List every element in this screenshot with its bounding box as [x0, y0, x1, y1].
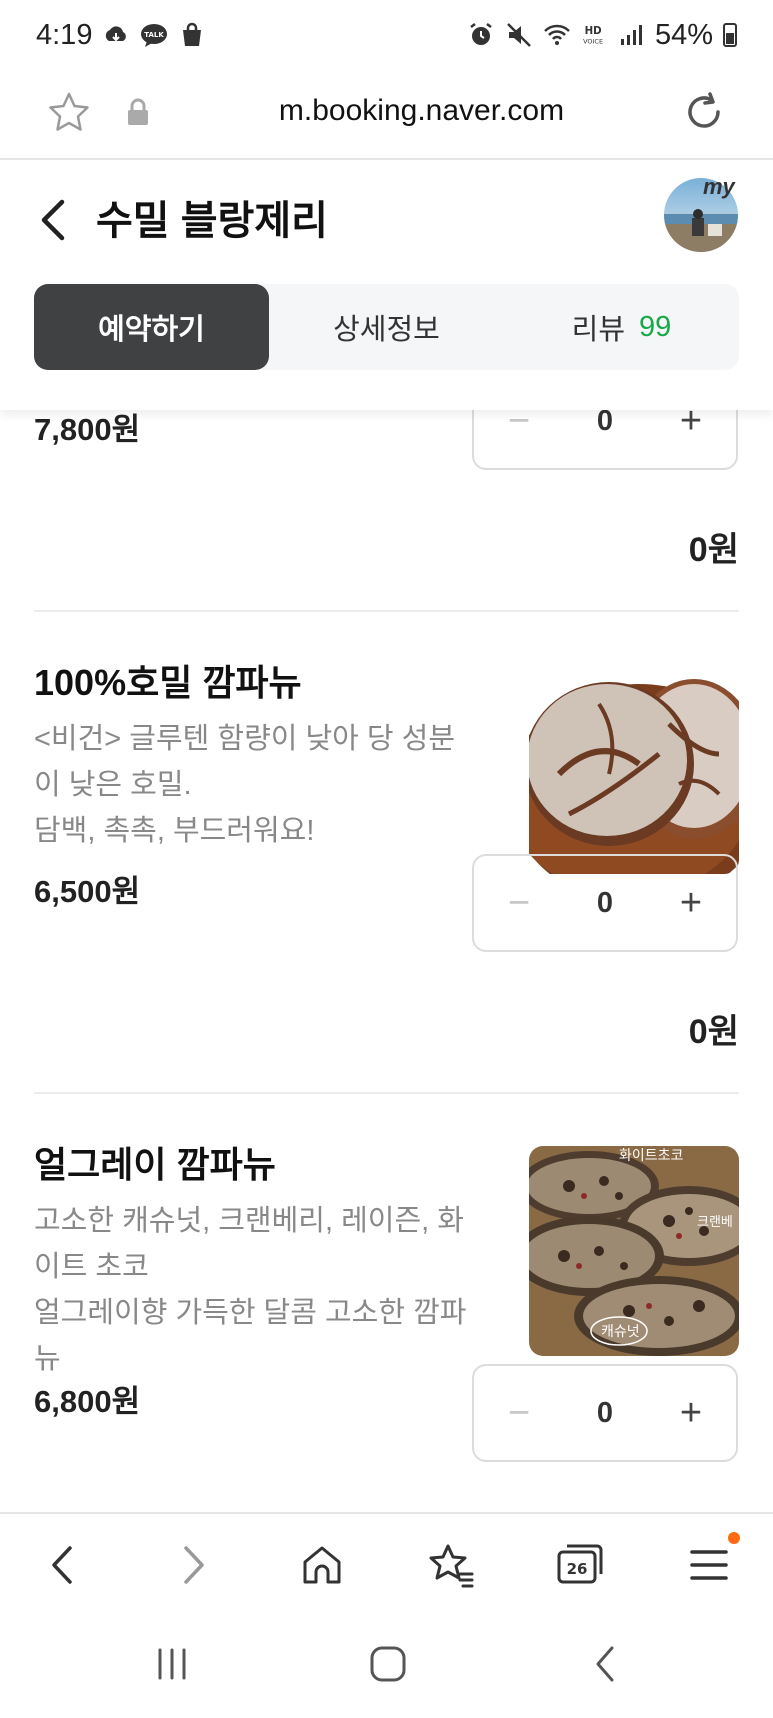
page-header: 수밀 블랑제리 my 예약하기 상세정보 리뷰 99 — [0, 160, 773, 410]
back-icon[interactable] — [38, 1540, 88, 1590]
forward-icon[interactable] — [168, 1540, 218, 1590]
status-left: 4:19 TALK — [36, 19, 206, 52]
description-line: 고소한 캐슈넛, 크랜베리, 레이즌, 화이트 초코 — [34, 1205, 464, 1283]
browser-toolbar: 26 — [0, 1512, 773, 1612]
tab-label: 리뷰 — [571, 314, 626, 346]
description-line: 얼그레이향 가득한 달콤 고소한 깜파뉴 — [34, 1297, 467, 1375]
signal-icon — [620, 25, 642, 45]
address-bar: m.booking.naver.com — [0, 70, 773, 160]
divider — [34, 610, 739, 612]
tab-label: 예약하기 — [98, 314, 205, 346]
tab-details[interactable]: 상세정보 — [269, 284, 504, 370]
my-badge: my — [703, 174, 735, 199]
image-label: 크랜베 — [697, 1215, 733, 1230]
product-image[interactable]: 화이트초코 크랜베 캐슈넛 — [529, 1146, 739, 1356]
hd-voice-icon: HDVOICE — [583, 26, 603, 45]
description-line: 담백, 촉촉, 부드러워요! — [34, 815, 315, 847]
item-subtotal: 0원 — [688, 1013, 739, 1051]
tab-bar: 예약하기 상세정보 리뷰 99 — [34, 284, 739, 370]
tab-reservation[interactable]: 예약하기 — [34, 284, 269, 370]
image-label: 화이트초코 — [619, 1148, 684, 1164]
item-price: 6,500원 — [34, 874, 141, 909]
system-back-icon[interactable] — [584, 1642, 628, 1686]
description-line: <비건> 글루텐 함량이 낮아 당 성분이 낮은 호밀. — [34, 723, 455, 801]
alarm-icon — [470, 23, 492, 45]
increase-button[interactable]: + — [646, 1366, 736, 1460]
quantity-value: 0 — [596, 410, 614, 437]
increase-button[interactable]: + — [646, 410, 736, 468]
back-arrow-icon[interactable] — [34, 190, 74, 250]
earl-grey-bread-image: 화이트초코 크랜베 캐슈넛 — [529, 1146, 739, 1356]
review-count: 99 — [639, 310, 672, 343]
battery-icon — [723, 23, 737, 47]
quantity-stepper: − 0 + — [472, 1364, 738, 1462]
recent-apps-icon[interactable] — [150, 1642, 194, 1686]
item-price: 6,800원 — [34, 1384, 141, 1419]
menu-icon[interactable] — [684, 1540, 734, 1590]
url-field[interactable]: m.booking.naver.com — [0, 94, 773, 128]
image-label: 캐슈넛 — [601, 1324, 640, 1340]
home-button-icon[interactable] — [366, 1642, 410, 1686]
product-list[interactable]: 7,800원 − 0 + 0원 100%호밀 깜파뉴 <비건> 글루텐 함량이 … — [0, 410, 773, 1512]
product-description: 고소한 캐슈넛, 크랜베리, 레이즌, 화이트 초코 얼그레이향 가득한 달콤 … — [34, 1198, 474, 1382]
quantity-stepper: − 0 + — [472, 410, 738, 470]
product-item[interactable]: 100%호밀 깜파뉴 <비건> 글루텐 함량이 낮아 당 성분이 낮은 호밀. … — [34, 654, 739, 874]
svg-text:HD: HD — [585, 26, 602, 37]
refresh-icon[interactable] — [680, 88, 728, 136]
decrease-button[interactable]: − — [474, 410, 564, 468]
battery-percent: 54% — [654, 18, 713, 51]
notification-dot — [728, 1532, 740, 1544]
tab-count: 26 — [567, 1560, 588, 1578]
quantity-value: 0 — [596, 1396, 614, 1429]
svg-text:TALK: TALK — [145, 31, 165, 39]
product-description: <비건> 글루텐 함량이 낮아 당 성분이 낮은 호밀. 담백, 촉촉, 부드러… — [34, 716, 474, 854]
divider — [34, 1092, 739, 1094]
decrease-button[interactable]: − — [474, 1366, 564, 1460]
system-navigation — [0, 1612, 773, 1718]
status-time: 4:19 — [36, 18, 93, 51]
status-right: HD VOICE 54% — [467, 19, 737, 52]
decrease-button[interactable]: − — [474, 856, 564, 950]
talk-icon: TALK — [141, 24, 168, 47]
tabs-icon[interactable]: 26 — [555, 1540, 605, 1590]
product-image[interactable] — [529, 664, 739, 874]
item-subtotal: 0원 — [688, 531, 739, 569]
home-icon[interactable] — [297, 1540, 347, 1590]
quantity-stepper: − 0 + — [472, 854, 738, 952]
shopping-bag-icon — [183, 22, 202, 46]
product-item[interactable]: 얼그레이 깜파뉴 고소한 캐슈넛, 크랜베리, 레이즌, 화이트 초코 얼그레이… — [34, 1136, 739, 1382]
item-price: 7,800원 — [34, 412, 141, 447]
quantity-value: 0 — [596, 886, 614, 919]
status-bar: 4:19 TALK HD VOICE 54% — [0, 0, 773, 70]
rye-bread-image — [529, 664, 739, 874]
increase-button[interactable]: + — [646, 856, 736, 950]
tab-reviews[interactable]: 리뷰 99 — [504, 284, 739, 370]
tab-label: 상세정보 — [333, 314, 440, 346]
mute-icon — [507, 23, 531, 47]
wifi-icon — [544, 24, 570, 45]
svg-text:VOICE: VOICE — [583, 37, 603, 45]
cloud-icon — [106, 26, 127, 42]
bookmarks-icon[interactable] — [426, 1540, 476, 1590]
page-title: 수밀 블랑제리 — [96, 199, 328, 243]
